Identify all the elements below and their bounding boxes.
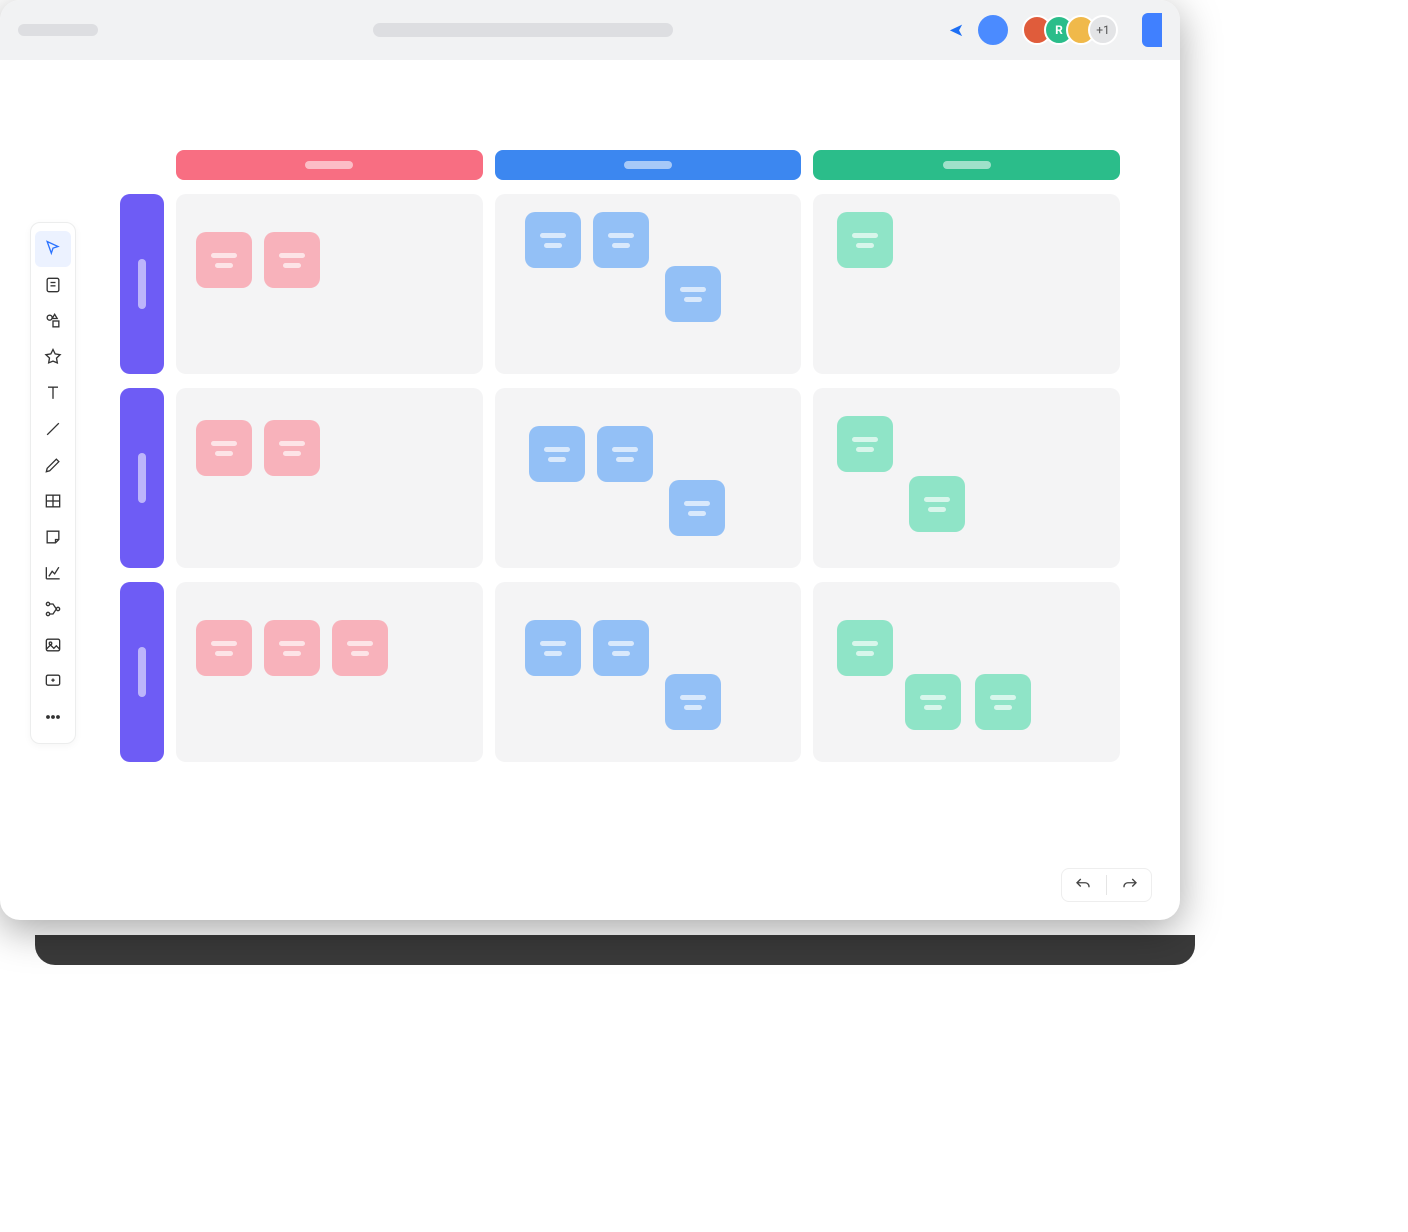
tool-table-icon[interactable]	[35, 483, 71, 519]
row-header-2[interactable]	[120, 582, 164, 762]
board-cell[interactable]	[495, 194, 802, 374]
sticky-note[interactable]	[196, 232, 252, 288]
undo-icon[interactable]	[1074, 876, 1092, 894]
sticky-note[interactable]	[665, 674, 721, 730]
column-headers	[176, 150, 1120, 180]
tool-mindmap-icon[interactable]	[35, 591, 71, 627]
sticky-note[interactable]	[905, 674, 961, 730]
sticky-note[interactable]	[669, 480, 725, 536]
search-placeholder[interactable]	[373, 23, 673, 37]
board-cell[interactable]	[176, 582, 483, 762]
tool-sticky-icon[interactable]	[35, 519, 71, 555]
tool-text-icon[interactable]	[35, 375, 71, 411]
sticky-note[interactable]	[196, 420, 252, 476]
board-row	[120, 388, 1120, 568]
app-window: ➤ R +1 Emily➤Daniele➤Tomas➤	[0, 0, 1180, 920]
tool-pencil-icon[interactable]	[35, 447, 71, 483]
sticky-note[interactable]	[264, 420, 320, 476]
tool-line-icon[interactable]	[35, 411, 71, 447]
sticky-note[interactable]	[264, 232, 320, 288]
separator	[1106, 875, 1107, 895]
window-shadow	[35, 935, 1195, 965]
share-button[interactable]	[1142, 13, 1162, 47]
sticky-note[interactable]	[529, 426, 585, 482]
column-header-1[interactable]	[495, 150, 802, 180]
board-row	[120, 582, 1120, 762]
board-rows	[120, 194, 1120, 762]
board-row	[120, 194, 1120, 374]
board-cell[interactable]	[813, 388, 1120, 568]
pointer-icon: ➤	[949, 20, 964, 41]
tool-star-icon[interactable]	[35, 339, 71, 375]
tool-shapes-icon[interactable]	[35, 303, 71, 339]
sticky-note[interactable]	[525, 212, 581, 268]
sticky-note[interactable]	[264, 620, 320, 676]
sticky-note[interactable]	[909, 476, 965, 532]
sticky-note[interactable]	[837, 212, 893, 268]
tool-select-icon[interactable]	[35, 231, 71, 267]
row-header-1[interactable]	[120, 388, 164, 568]
sticky-note[interactable]	[837, 416, 893, 472]
redo-icon[interactable]	[1121, 876, 1139, 894]
sticky-note[interactable]	[597, 426, 653, 482]
history-controls	[1061, 868, 1152, 902]
tool-chart-icon[interactable]	[35, 555, 71, 591]
tool-more-icon[interactable]	[35, 699, 71, 735]
avatar-overflow[interactable]: +1	[1088, 15, 1118, 45]
title-placeholder	[18, 24, 98, 36]
sticky-note[interactable]	[332, 620, 388, 676]
topbar: ➤ R +1	[0, 0, 1180, 60]
sticky-note[interactable]	[975, 674, 1031, 730]
board-cell[interactable]	[176, 388, 483, 568]
sticky-note[interactable]	[665, 266, 721, 322]
tool-image-icon[interactable]	[35, 627, 71, 663]
board-cell[interactable]	[813, 194, 1120, 374]
sticky-note[interactable]	[593, 620, 649, 676]
tool-note-icon[interactable]	[35, 267, 71, 303]
tool-comment-icon[interactable]	[35, 663, 71, 699]
toolbar	[30, 222, 76, 744]
board-cell[interactable]	[813, 582, 1120, 762]
row-header-0[interactable]	[120, 194, 164, 374]
sticky-note[interactable]	[525, 620, 581, 676]
sticky-note[interactable]	[593, 212, 649, 268]
column-header-2[interactable]	[813, 150, 1120, 180]
sticky-note[interactable]	[196, 620, 252, 676]
column-header-0[interactable]	[176, 150, 483, 180]
avatar-self[interactable]	[978, 15, 1008, 45]
board-cell[interactable]	[495, 582, 802, 762]
avatar-group: R +1	[1030, 15, 1118, 45]
board-cell[interactable]	[495, 388, 802, 568]
board-cell[interactable]	[176, 194, 483, 374]
canvas[interactable]: Emily➤Daniele➤Tomas➤	[120, 150, 1120, 776]
sticky-note[interactable]	[837, 620, 893, 676]
